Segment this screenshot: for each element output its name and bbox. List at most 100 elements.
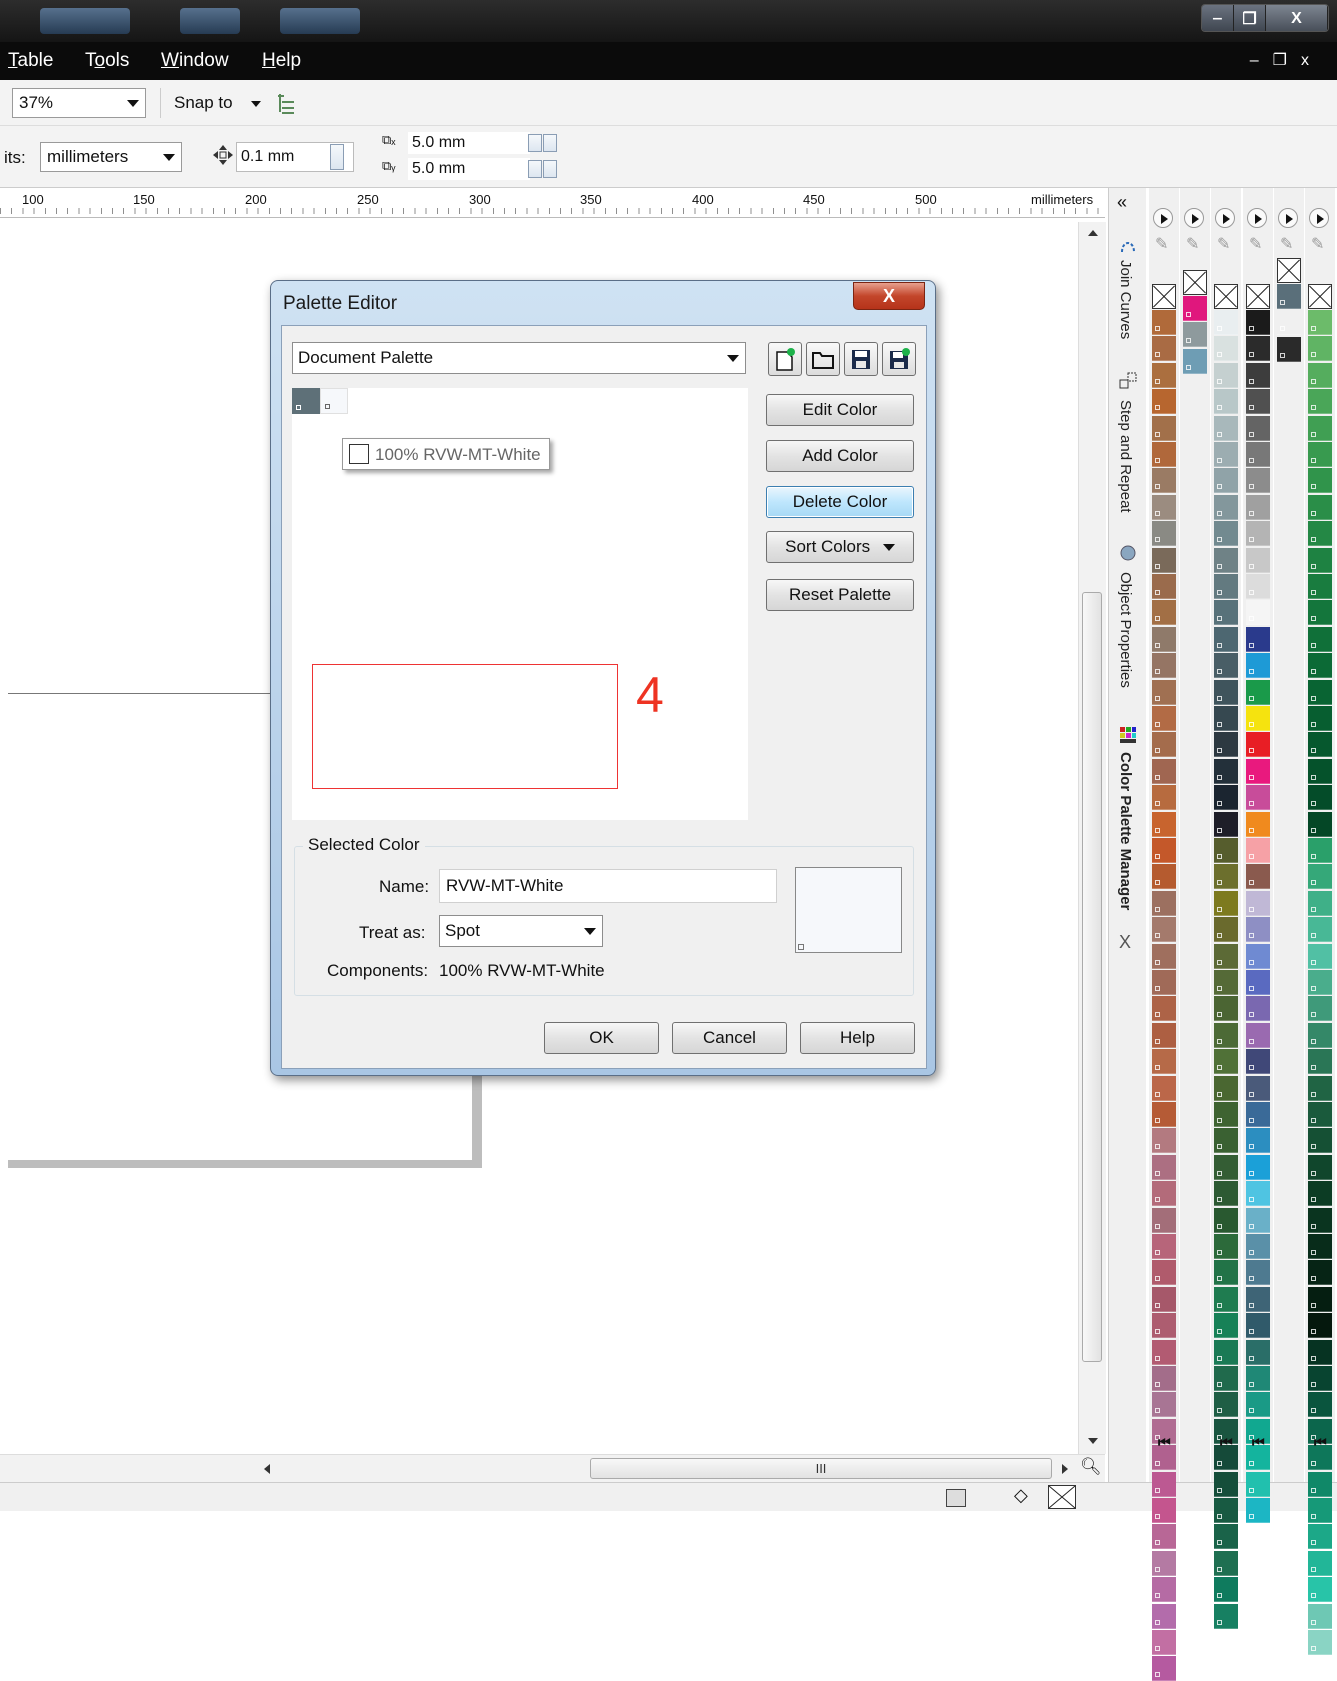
color-swatch[interactable] xyxy=(1308,864,1332,890)
color-swatch[interactable] xyxy=(1246,758,1270,784)
color-swatch[interactable] xyxy=(1214,1154,1238,1180)
color-swatch[interactable] xyxy=(1246,1313,1270,1339)
color-swatch[interactable] xyxy=(1214,1102,1238,1127)
new-palette-button[interactable] xyxy=(768,342,802,376)
color-swatch[interactable] xyxy=(1214,1181,1238,1207)
color-swatch[interactable] xyxy=(1246,547,1270,573)
color-swatch[interactable] xyxy=(1214,310,1238,335)
menu-table[interactable]: Table xyxy=(8,50,53,72)
color-swatch[interactable] xyxy=(1308,917,1332,943)
palette-flyout-icon[interactable] xyxy=(1153,208,1173,228)
no-color-swatch[interactable] xyxy=(1183,270,1207,295)
minimize-button[interactable]: ‒ xyxy=(1202,5,1234,31)
color-swatch[interactable] xyxy=(1214,362,1238,388)
color-swatch[interactable] xyxy=(1214,1339,1238,1365)
color-swatch[interactable] xyxy=(1308,732,1332,758)
units-combo[interactable]: millimeters xyxy=(40,142,182,172)
edit-color-button[interactable]: Edit Color xyxy=(766,394,914,426)
color-swatch[interactable] xyxy=(1152,706,1176,731)
close-docker-icon[interactable]: X xyxy=(1119,932,1131,953)
color-swatch[interactable] xyxy=(1214,1128,1238,1154)
color-swatch[interactable] xyxy=(1308,468,1332,494)
color-swatch[interactable] xyxy=(1308,1630,1332,1655)
color-swatch[interactable] xyxy=(1214,1049,1238,1075)
color-swatch[interactable] xyxy=(1152,1366,1176,1391)
color-swatch[interactable] xyxy=(1246,362,1270,388)
color-swatch[interactable] xyxy=(1214,1524,1238,1550)
scroll-down-icon[interactable] xyxy=(1088,1438,1098,1444)
color-swatch[interactable] xyxy=(1246,626,1270,652)
color-swatch[interactable] xyxy=(1246,1102,1270,1127)
color-swatch[interactable] xyxy=(1152,785,1176,811)
color-swatch[interactable] xyxy=(1214,1366,1238,1391)
color-swatch[interactable] xyxy=(1308,1603,1332,1629)
color-swatch[interactable] xyxy=(1308,1550,1332,1576)
color-swatch[interactable] xyxy=(1308,1022,1332,1048)
color-swatch[interactable] xyxy=(1246,653,1270,679)
horizontal-scrollbar[interactable]: III 🔍︎ xyxy=(0,1454,1105,1482)
dialog-close-button[interactable]: X xyxy=(853,282,925,310)
color-swatch[interactable] xyxy=(1246,310,1270,335)
color-swatch[interactable] xyxy=(1214,1550,1238,1576)
duplicate-x-field[interactable]: 5.0 mm xyxy=(408,132,530,154)
color-swatch[interactable] xyxy=(1308,679,1332,705)
treat-as-select[interactable]: Spot xyxy=(439,915,603,947)
color-swatch[interactable] xyxy=(1214,442,1238,467)
color-swatch[interactable] xyxy=(1214,1313,1238,1339)
color-swatch[interactable] xyxy=(1308,336,1332,362)
color-swatch[interactable] xyxy=(1214,864,1238,890)
color-swatch[interactable] xyxy=(1152,521,1176,547)
sort-colors-button[interactable]: Sort Colors xyxy=(766,531,914,563)
close-window-button[interactable]: X xyxy=(1266,5,1328,31)
scroll-up-icon[interactable] xyxy=(1088,230,1098,236)
palette-scroll-start-icon[interactable]: ⏮ xyxy=(1220,1434,1233,1451)
restore-button[interactable]: ❐ xyxy=(1234,5,1266,31)
color-swatch[interactable] xyxy=(1308,785,1332,811)
color-swatch[interactable] xyxy=(1308,1181,1332,1207)
color-swatch[interactable] xyxy=(1246,1207,1270,1233)
menu-help[interactable]: Help xyxy=(262,50,301,72)
color-swatch[interactable] xyxy=(1183,348,1207,374)
palette-scroll-start-icon[interactable]: ⏮ xyxy=(1252,1434,1265,1451)
no-color-swatch[interactable] xyxy=(1152,284,1176,309)
color-swatch[interactable] xyxy=(1214,1207,1238,1233)
scroll-left-icon[interactable] xyxy=(264,1464,270,1474)
color-swatch[interactable] xyxy=(1214,943,1238,969)
color-swatch[interactable] xyxy=(1246,785,1270,811)
color-swatch[interactable] xyxy=(1214,917,1238,943)
color-swatch[interactable] xyxy=(1214,1286,1238,1312)
color-swatch[interactable] xyxy=(1152,310,1176,335)
color-swatch[interactable] xyxy=(1308,442,1332,467)
color-swatch[interactable] xyxy=(1152,1313,1176,1339)
color-swatch[interactable] xyxy=(1214,494,1238,520)
color-swatch[interactable] xyxy=(1308,1128,1332,1154)
color-swatch[interactable] xyxy=(1246,970,1270,995)
color-swatch[interactable] xyxy=(1214,732,1238,758)
color-swatch[interactable] xyxy=(1308,415,1332,441)
color-swatch[interactable] xyxy=(1152,732,1176,758)
color-swatch[interactable] xyxy=(1214,521,1238,547)
color-swatch[interactable] xyxy=(1246,732,1270,758)
no-color-swatch[interactable] xyxy=(1246,284,1270,309)
reset-palette-button[interactable]: Reset Palette xyxy=(766,579,914,611)
color-swatch[interactable] xyxy=(1308,626,1332,652)
cancel-button[interactable]: Cancel xyxy=(672,1022,787,1054)
color-swatch[interactable] xyxy=(1183,296,1207,321)
color-swatch[interactable] xyxy=(1183,322,1207,348)
color-swatch[interactable] xyxy=(1152,1102,1176,1127)
color-swatch[interactable] xyxy=(1152,864,1176,890)
color-swatch[interactable] xyxy=(1308,838,1332,863)
duplicate-x-spinner[interactable] xyxy=(543,134,557,152)
menu-window[interactable]: Window xyxy=(161,50,229,72)
color-swatch[interactable] xyxy=(1246,1366,1270,1391)
color-swatch[interactable] xyxy=(1246,521,1270,547)
color-swatch[interactable] xyxy=(1214,1260,1238,1286)
color-swatch[interactable] xyxy=(1246,1075,1270,1101)
color-swatch[interactable] xyxy=(1152,890,1176,916)
document-window-controls[interactable]: –❐x xyxy=(1250,50,1323,70)
menu-tools[interactable]: Tools xyxy=(85,50,129,72)
color-swatch[interactable] xyxy=(1246,706,1270,731)
color-swatch[interactable] xyxy=(1152,1049,1176,1075)
color-swatch[interactable] xyxy=(1152,1207,1176,1233)
horizontal-scroll-thumb[interactable]: III xyxy=(590,1458,1052,1479)
